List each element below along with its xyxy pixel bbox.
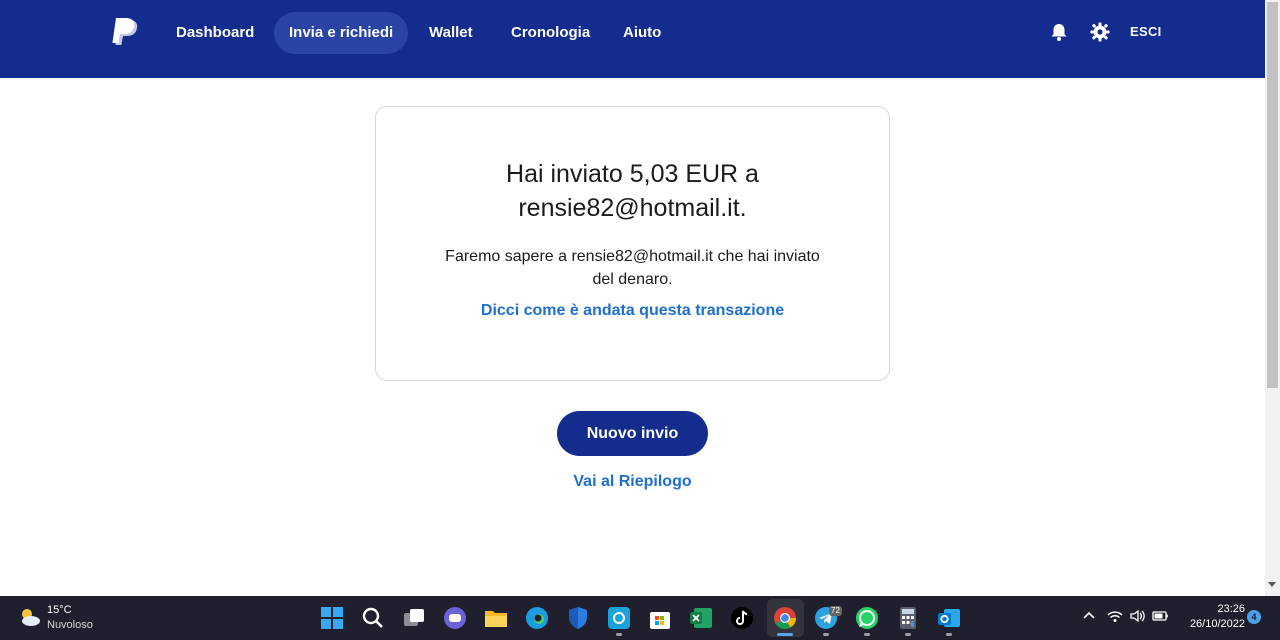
show-hidden-icons-chevron-up-icon[interactable] [1080, 607, 1098, 625]
task-view-icon[interactable] [401, 605, 427, 631]
new-send-button[interactable]: Nuovo invio [557, 411, 708, 456]
confirmation-message-line1: Faremo sapere a rensie82@hotmail.it che … [445, 248, 820, 265]
running-indicator [616, 633, 622, 636]
feedback-link[interactable]: Dicci come è andata questa transazione [376, 302, 889, 320]
telegram-unread-badge: 72 [829, 606, 842, 616]
nav-aiuto[interactable]: Aiuto [608, 12, 676, 54]
bell-icon[interactable] [1049, 22, 1069, 42]
notification-count-badge[interactable]: 4 [1247, 610, 1261, 624]
volume-icon[interactable] [1128, 607, 1146, 625]
teams-chat-icon[interactable] [442, 605, 468, 631]
whatsapp-icon[interactable] [854, 605, 880, 631]
running-indicator [946, 633, 952, 636]
windows-start-icon[interactable] [319, 605, 345, 631]
weather-temperature: 15°C [47, 604, 72, 616]
clock-time[interactable]: 23:26 [1205, 603, 1245, 615]
top-navigation-bar: Dashboard Invia e richiedi Wallet Cronol… [0, 0, 1265, 78]
confirmation-card: Hai inviato 5,03 EUR a rensie82@hotmail.… [375, 106, 890, 381]
scrollbar-thumb[interactable] [1267, 2, 1278, 388]
confirmation-message: Faremo sapere a rensie82@hotmail.it che … [426, 245, 839, 291]
confirmation-title-line1: Hai inviato 5,03 EUR a [506, 160, 759, 188]
chrome-browser-icon[interactable] [772, 605, 798, 631]
page: Dashboard Invia e richiedi Wallet Cronol… [0, 0, 1280, 640]
edge-browser-icon[interactable] [524, 605, 550, 631]
running-indicator [864, 633, 870, 636]
nav-cronologia[interactable]: Cronologia [496, 12, 605, 54]
confirmation-message-line2: del denaro. [592, 271, 673, 288]
nav-wallet[interactable]: Wallet [414, 12, 488, 54]
active-app-indicator [777, 633, 793, 636]
vertical-scrollbar[interactable] [1265, 0, 1280, 596]
gear-icon[interactable] [1090, 22, 1110, 42]
wifi-icon[interactable] [1106, 607, 1124, 625]
running-indicator [823, 633, 829, 636]
nav-invia-e-richiedi[interactable]: Invia e richiedi [274, 12, 409, 54]
search-icon[interactable] [360, 605, 386, 631]
summary-link[interactable]: Vai al Riepilogo [0, 473, 1265, 491]
store-icon[interactable] [647, 605, 673, 631]
nav-dashboard[interactable]: Dashboard [161, 12, 269, 54]
calculator-icon[interactable] [895, 605, 921, 631]
battery-charging-icon[interactable] [1151, 607, 1169, 625]
weather-description: Nuvoloso [47, 619, 93, 631]
clock-date[interactable]: 26/10/2022 [1180, 618, 1245, 630]
app-icon[interactable] [606, 605, 632, 631]
running-indicator [905, 633, 911, 636]
tiktok-icon[interactable] [729, 605, 755, 631]
confirmation-title-line2: rensie82@hotmail.it. [518, 194, 747, 222]
outlook-mail-icon[interactable] [936, 605, 962, 631]
security-shield-icon[interactable] [565, 605, 591, 631]
paypal-logo[interactable] [112, 18, 140, 48]
logout-link[interactable]: ESCI [1130, 22, 1162, 42]
excel-icon[interactable] [688, 605, 714, 631]
taskbar: 15°C Nuvoloso 72 23:26 26/10/2022 4 [0, 596, 1280, 640]
weather-cloudy-icon[interactable] [18, 605, 42, 629]
confirmation-title: Hai inviato 5,03 EUR a rensie82@hotmail.… [376, 157, 889, 225]
scroll-down-arrow-icon[interactable] [1268, 582, 1276, 587]
file-explorer-icon[interactable] [483, 605, 509, 631]
